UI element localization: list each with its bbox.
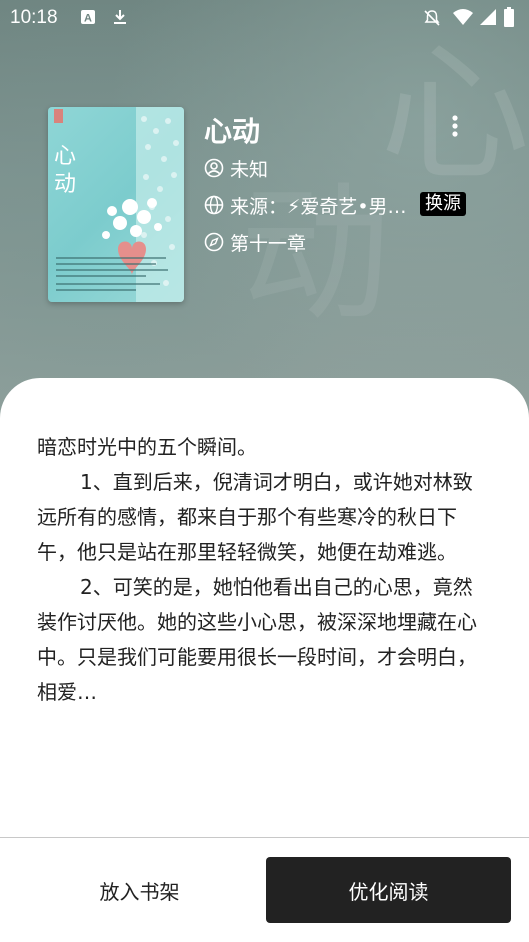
switch-source-button[interactable]: 换源 — [420, 192, 466, 216]
author-row: 未知 — [204, 155, 268, 181]
svg-text:A: A — [84, 13, 92, 25]
cover-artwork — [54, 107, 184, 302]
do-not-disturb-off-icon — [424, 10, 440, 26]
chapter-row[interactable]: 第十一章 — [204, 229, 306, 255]
person-icon — [204, 158, 224, 178]
compass-icon — [204, 232, 224, 252]
divider — [0, 837, 529, 838]
globe-icon — [204, 195, 224, 215]
cover-title: 心动 — [54, 144, 77, 197]
notification-a-icon: A — [81, 10, 95, 25]
download-icon — [114, 10, 126, 24]
source-label: 来源：⚡爱奇艺•男… — [230, 195, 407, 218]
optimize-read-button[interactable]: 优化阅读 — [266, 857, 511, 923]
status-bar: 10:18 A — [0, 0, 529, 36]
intro-first-line: 暗恋时光中的五个瞬间。 — [37, 435, 257, 459]
book-intro: 暗恋时光中的五个瞬间。 1、直到后来，倪清词才明白，或许她对林致远所有的感情，都… — [37, 430, 487, 710]
status-time: 10:18 — [10, 7, 58, 28]
source-row[interactable]: 来源：⚡爱奇艺•男… — [204, 192, 407, 218]
latest-chapter: 第十一章 — [230, 232, 307, 255]
cellular-signal-icon — [480, 9, 496, 25]
more-options-icon[interactable] — [445, 112, 465, 142]
book-cover[interactable]: 心动 — [48, 107, 184, 302]
intro-paragraph: 2、可笑的是，她怕他看出自己的心思，竟然装作讨厌他。她的这些小心思，被深深地埋藏… — [37, 575, 477, 704]
author-name: 未知 — [230, 158, 269, 181]
intro-paragraph: 1、直到后来，倪清词才明白，或许她对林致远所有的感情，都来自于那个有些寒冷的秋日… — [37, 470, 473, 564]
add-to-shelf-button[interactable]: 放入书架 — [18, 857, 261, 923]
battery-icon — [504, 7, 514, 27]
wifi-icon — [453, 9, 473, 25]
book-title: 心动 — [204, 115, 261, 148]
